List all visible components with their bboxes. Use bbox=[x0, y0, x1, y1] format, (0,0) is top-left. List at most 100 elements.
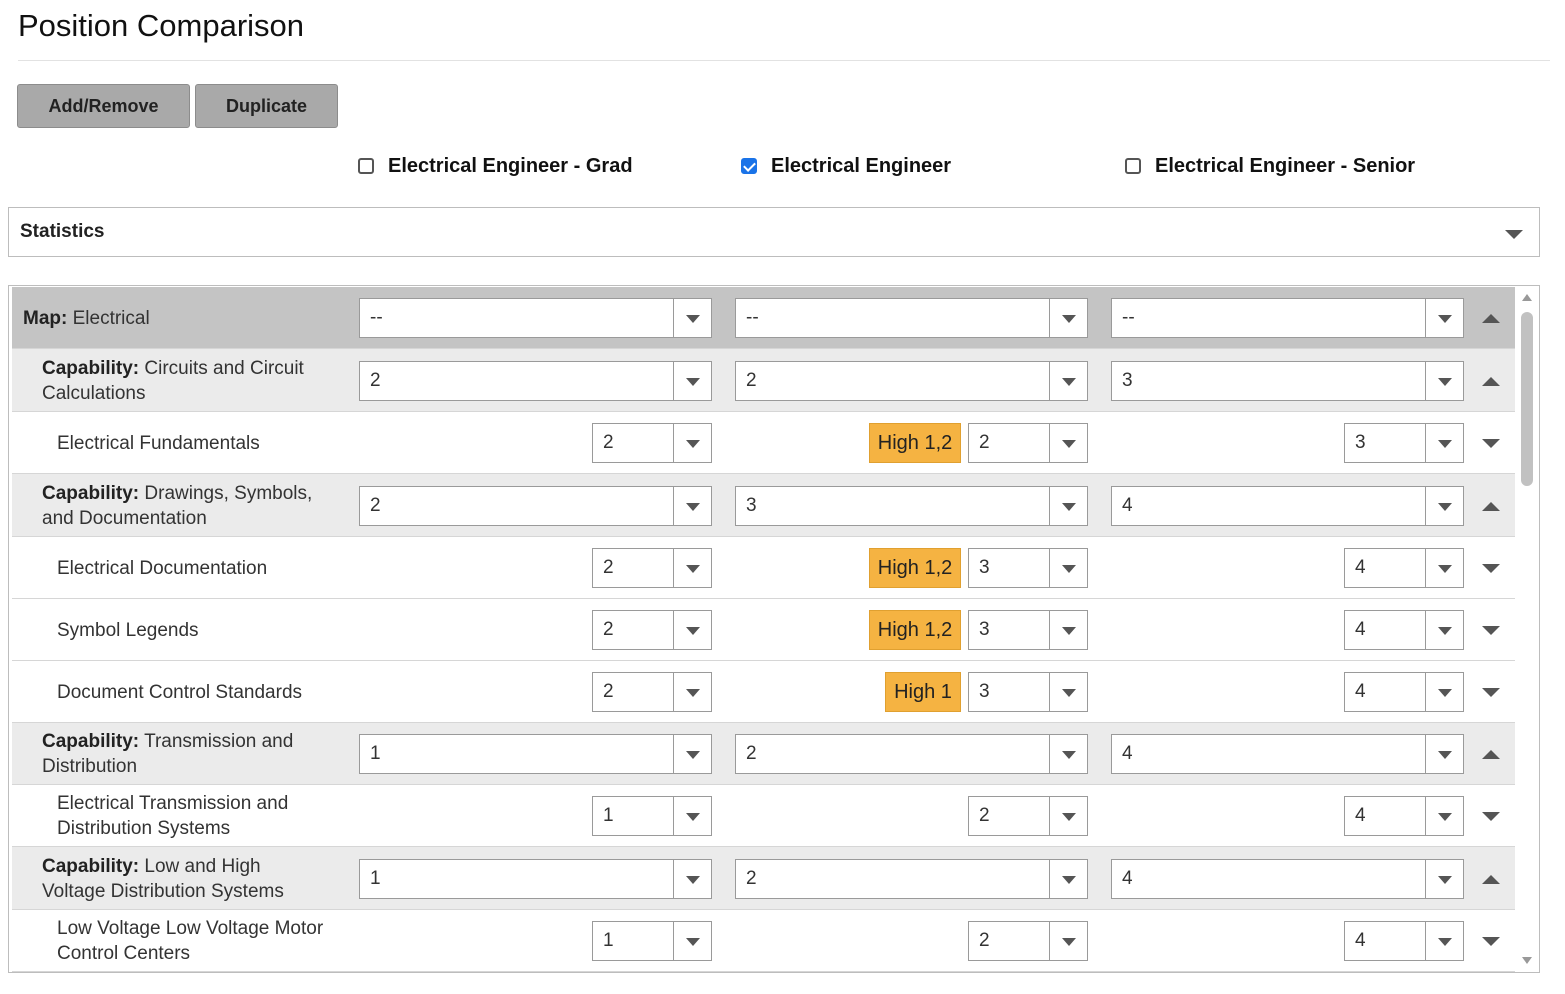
chevron-down-icon[interactable] bbox=[1425, 424, 1463, 462]
proficiency-select[interactable]: 4 bbox=[1111, 859, 1464, 899]
chevron-down-icon[interactable] bbox=[673, 735, 711, 773]
chevron-up-icon[interactable] bbox=[1482, 750, 1500, 759]
position-checkbox[interactable] bbox=[1125, 158, 1141, 174]
proficiency-select[interactable]: 3 bbox=[968, 672, 1088, 712]
proficiency-select[interactable]: 2 bbox=[968, 796, 1088, 836]
chevron-down-icon[interactable] bbox=[673, 922, 711, 960]
proficiency-select[interactable]: 4 bbox=[1344, 548, 1464, 588]
proficiency-select[interactable]: 2 bbox=[735, 361, 1088, 401]
proficiency-select[interactable]: 2 bbox=[968, 423, 1088, 463]
chevron-down-icon[interactable] bbox=[1049, 611, 1087, 649]
proficiency-select[interactable]: -- bbox=[735, 298, 1088, 338]
proficiency-select[interactable]: 2 bbox=[735, 859, 1088, 899]
row-label: Capability: Low and High Voltage Distrib… bbox=[42, 847, 323, 910]
proficiency-select[interactable]: 2 bbox=[592, 548, 712, 588]
chevron-down-icon[interactable] bbox=[1425, 673, 1463, 711]
proficiency-select[interactable]: 4 bbox=[1344, 796, 1464, 836]
chevron-down-icon[interactable] bbox=[1425, 860, 1463, 898]
chevron-down-icon[interactable] bbox=[1425, 549, 1463, 587]
proficiency-select[interactable]: 3 bbox=[735, 486, 1088, 526]
chevron-up-icon[interactable] bbox=[1482, 377, 1500, 386]
chevron-down-icon[interactable] bbox=[673, 860, 711, 898]
proficiency-select[interactable]: 3 bbox=[968, 610, 1088, 650]
proficiency-select[interactable]: 2 bbox=[592, 610, 712, 650]
proficiency-select[interactable]: 4 bbox=[1344, 672, 1464, 712]
scroll-up-icon[interactable] bbox=[1522, 294, 1532, 301]
proficiency-select[interactable]: 2 bbox=[735, 734, 1088, 774]
chevron-down-icon[interactable] bbox=[1425, 299, 1463, 337]
proficiency-select[interactable]: 2 bbox=[592, 672, 712, 712]
proficiency-select[interactable]: 2 bbox=[359, 486, 712, 526]
chevron-down-icon[interactable] bbox=[673, 487, 711, 525]
position-toggle-grad[interactable]: Electrical Engineer - Grad bbox=[358, 150, 633, 182]
chevron-down-icon[interactable] bbox=[673, 549, 711, 587]
chevron-down-icon[interactable] bbox=[1049, 922, 1087, 960]
capability-row: Capability: Drawings, Symbols, and Docum… bbox=[12, 474, 1515, 537]
proficiency-select[interactable]: 2 bbox=[359, 361, 712, 401]
chevron-down-icon[interactable] bbox=[673, 673, 711, 711]
position-checkbox[interactable] bbox=[358, 158, 374, 174]
proficiency-select[interactable]: 4 bbox=[1111, 486, 1464, 526]
position-checkbox[interactable] bbox=[741, 158, 757, 174]
chevron-down-icon[interactable] bbox=[1049, 797, 1087, 835]
chevron-down-icon[interactable] bbox=[1049, 424, 1087, 462]
vertical-scrollbar[interactable] bbox=[1515, 286, 1539, 972]
proficiency-select[interactable]: 1 bbox=[359, 734, 712, 774]
proficiency-select[interactable]: 4 bbox=[1111, 734, 1464, 774]
chevron-down-icon[interactable] bbox=[1049, 487, 1087, 525]
proficiency-select[interactable]: -- bbox=[1111, 298, 1464, 338]
chevron-down-icon[interactable] bbox=[1049, 673, 1087, 711]
proficiency-select[interactable]: -- bbox=[359, 298, 712, 338]
chevron-down-icon[interactable] bbox=[1425, 797, 1463, 835]
chevron-down-icon[interactable] bbox=[1425, 487, 1463, 525]
proficiency-select[interactable]: 4 bbox=[1344, 921, 1464, 961]
chevron-down-icon[interactable] bbox=[1049, 735, 1087, 773]
proficiency-select[interactable]: 1 bbox=[592, 796, 712, 836]
chevron-down-icon[interactable] bbox=[673, 299, 711, 337]
chevron-down-icon[interactable] bbox=[1049, 860, 1087, 898]
chevron-up-icon[interactable] bbox=[1482, 875, 1500, 884]
chevron-down-icon[interactable] bbox=[1425, 362, 1463, 400]
scrollbar-thumb[interactable] bbox=[1521, 312, 1533, 486]
chevron-down-icon[interactable] bbox=[1482, 812, 1500, 821]
gap-badge: High 1,2 bbox=[869, 610, 961, 650]
proficiency-select[interactable]: 1 bbox=[592, 921, 712, 961]
position-toggle-engineer[interactable]: Electrical Engineer bbox=[741, 150, 951, 182]
proficiency-select[interactable]: 2 bbox=[968, 921, 1088, 961]
chevron-up-icon[interactable] bbox=[1482, 502, 1500, 511]
proficiency-select[interactable]: 3 bbox=[968, 548, 1088, 588]
chevron-down-icon[interactable] bbox=[1482, 937, 1500, 946]
proficiency-select[interactable]: 3 bbox=[1344, 423, 1464, 463]
duplicate-button[interactable]: Duplicate bbox=[195, 84, 338, 128]
position-toggle-senior[interactable]: Electrical Engineer - Senior bbox=[1125, 150, 1415, 182]
row-type-prefix: Map: bbox=[23, 307, 68, 329]
chevron-down-icon[interactable] bbox=[1425, 922, 1463, 960]
chevron-down-icon[interactable] bbox=[673, 424, 711, 462]
chevron-up-icon[interactable] bbox=[1482, 314, 1500, 323]
chevron-down-icon[interactable] bbox=[673, 611, 711, 649]
chevron-down-icon[interactable] bbox=[1425, 735, 1463, 773]
proficiency-select[interactable]: 2 bbox=[592, 423, 712, 463]
chevron-down-icon[interactable] bbox=[1482, 564, 1500, 573]
chevron-down-icon[interactable] bbox=[1049, 362, 1087, 400]
chevron-down-icon[interactable] bbox=[1049, 299, 1087, 337]
scroll-down-icon[interactable] bbox=[1522, 957, 1532, 964]
proficiency-select[interactable]: 1 bbox=[359, 859, 712, 899]
chevron-down-icon[interactable] bbox=[1505, 230, 1523, 239]
select-value: 4 bbox=[1122, 868, 1133, 889]
select-value: 4 bbox=[1355, 619, 1366, 640]
chevron-down-icon[interactable] bbox=[1482, 688, 1500, 697]
chevron-down-icon[interactable] bbox=[1482, 439, 1500, 448]
chevron-down-icon[interactable] bbox=[1049, 549, 1087, 587]
chevron-down-icon[interactable] bbox=[673, 362, 711, 400]
proficiency-select[interactable]: 3 bbox=[1111, 361, 1464, 401]
select-value: 4 bbox=[1355, 681, 1366, 702]
chevron-down-icon[interactable] bbox=[673, 797, 711, 835]
statistics-panel-header[interactable]: Statistics bbox=[8, 207, 1540, 257]
competency-row: Electrical Fundamentals 2 2 3 High 1,2 bbox=[12, 412, 1515, 474]
chevron-down-icon[interactable] bbox=[1482, 626, 1500, 635]
add-remove-button[interactable]: Add/Remove bbox=[17, 84, 190, 128]
chevron-down-icon[interactable] bbox=[1425, 611, 1463, 649]
capability-row: Capability: Circuits and Circuit Calcula… bbox=[12, 349, 1515, 412]
proficiency-select[interactable]: 4 bbox=[1344, 610, 1464, 650]
